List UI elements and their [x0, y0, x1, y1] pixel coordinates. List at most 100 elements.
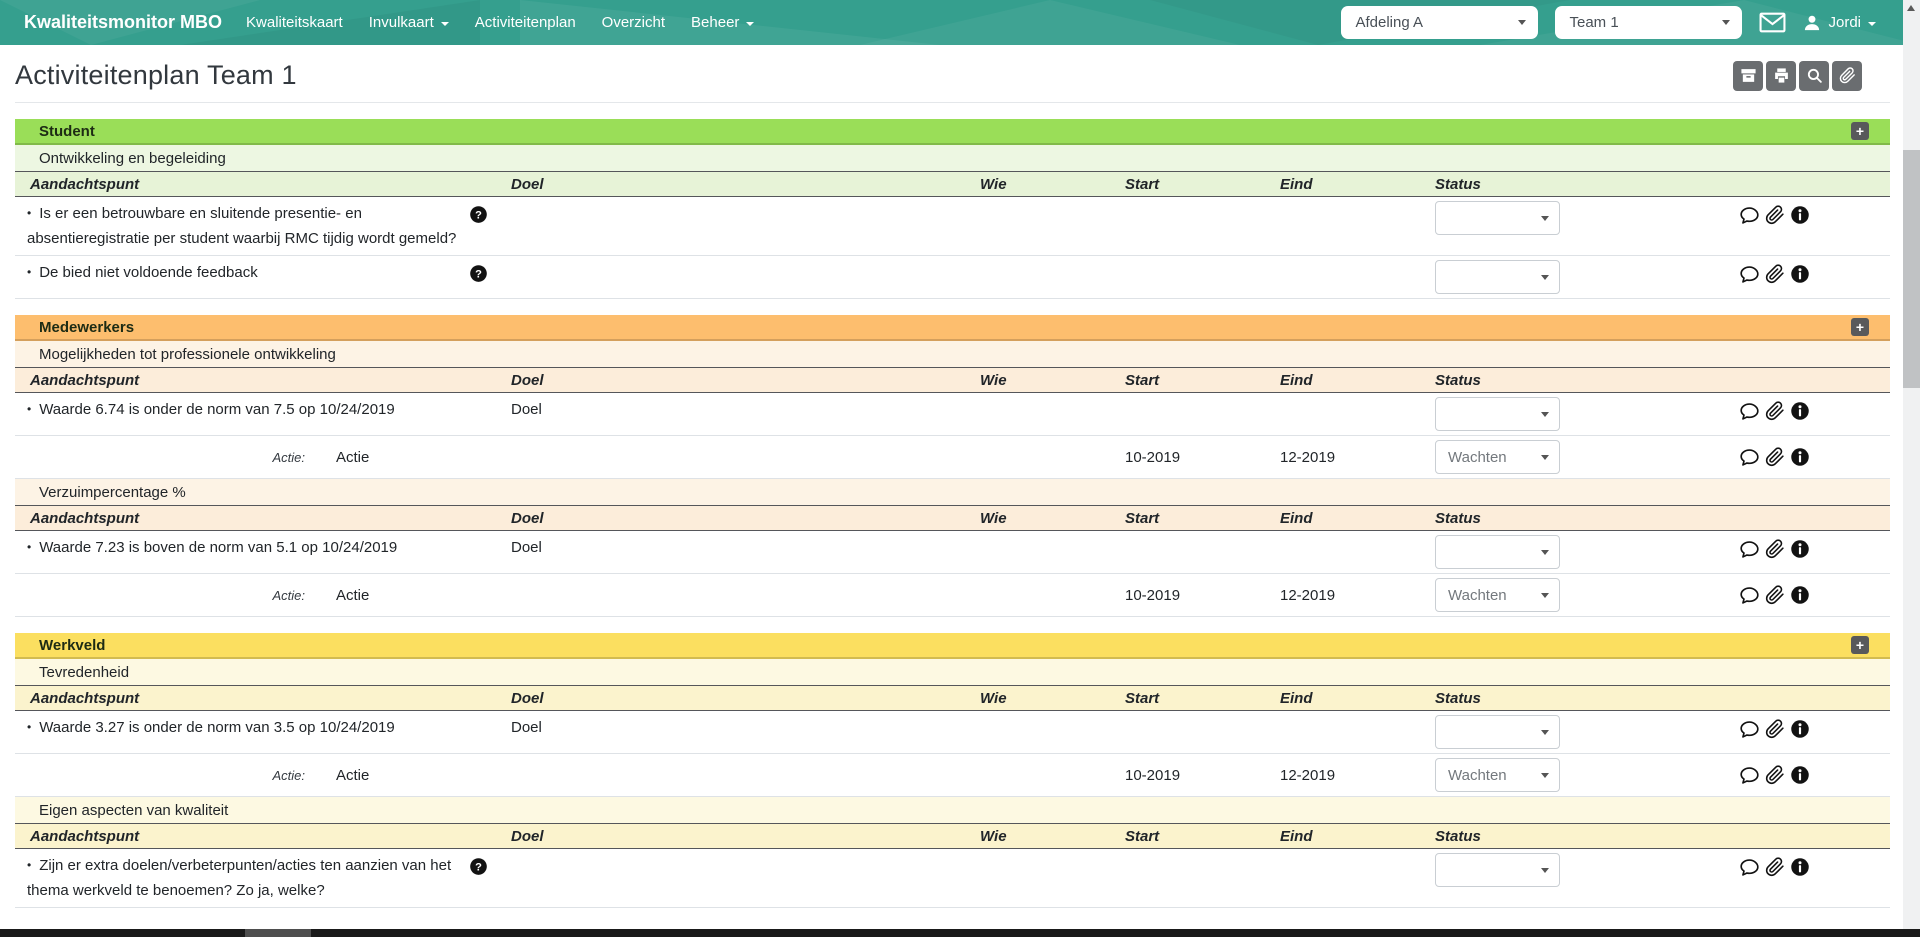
- column-header-wie: Wie: [970, 372, 1115, 389]
- cell-actie: Actie:Actie: [15, 763, 501, 788]
- taskbar-segment: [245, 929, 311, 937]
- cell-actie: Actie:Actie: [15, 583, 501, 608]
- row-actions: [1595, 397, 1890, 422]
- status-select[interactable]: [1435, 535, 1560, 569]
- brand-logo[interactable]: Kwaliteitsmonitor MBO: [24, 12, 222, 33]
- info-icon[interactable]: [1790, 447, 1810, 467]
- cell-status: [1425, 260, 1595, 294]
- menu-item-activiteitenplan[interactable]: Activiteitenplan: [475, 14, 576, 31]
- paperclip-icon[interactable]: [1765, 205, 1785, 225]
- mail-icon[interactable]: [1759, 12, 1786, 33]
- paperclip-icon[interactable]: [1765, 264, 1785, 284]
- cell-start: 10-2019: [1115, 763, 1270, 788]
- menu-item-invulkaart[interactable]: Invulkaart: [369, 14, 449, 31]
- subsection-title-row: Mogelijkheden tot professionele ontwikke…: [15, 341, 1890, 367]
- info-icon[interactable]: [1790, 719, 1810, 739]
- paperclip-icon[interactable]: [1765, 401, 1785, 421]
- status-select[interactable]: Wachten: [1435, 440, 1560, 474]
- comment-icon[interactable]: [1739, 401, 1760, 422]
- status-select[interactable]: Wachten: [1435, 758, 1560, 792]
- info-icon[interactable]: [1790, 401, 1810, 421]
- chevron-down-icon: [1722, 20, 1730, 25]
- column-header-status: Status: [1425, 510, 1595, 527]
- info-icon[interactable]: [1790, 264, 1810, 284]
- info-icon[interactable]: [1790, 765, 1810, 785]
- column-header-doel: Doel: [501, 372, 970, 389]
- add-item-button[interactable]: +: [1851, 636, 1869, 654]
- page-title: Activiteitenplan Team 1: [15, 60, 297, 91]
- paperclip-icon[interactable]: [1765, 585, 1785, 605]
- print-button[interactable]: [1766, 61, 1796, 91]
- archive-button[interactable]: [1733, 61, 1763, 91]
- menu-label: Kwaliteitskaart: [246, 14, 343, 31]
- comment-icon[interactable]: [1739, 447, 1760, 468]
- status-select[interactable]: Wachten: [1435, 578, 1560, 612]
- comment-icon[interactable]: [1739, 765, 1760, 786]
- status-select[interactable]: [1435, 260, 1560, 294]
- info-icon[interactable]: [1790, 205, 1810, 225]
- status-select[interactable]: [1435, 201, 1560, 235]
- add-item-button[interactable]: +: [1851, 318, 1869, 336]
- actie-label: Actie:: [15, 445, 305, 470]
- row-actions: [1595, 201, 1890, 226]
- row-actions: [1595, 447, 1890, 468]
- subsection-title-row: Verzuimpercentage %: [15, 479, 1890, 505]
- actie-text: Actie: [336, 763, 369, 788]
- paperclip-icon[interactable]: [1765, 539, 1785, 559]
- team-select[interactable]: Team 1: [1555, 6, 1742, 39]
- subsection-title: Ontwikkeling en begeleiding: [39, 150, 226, 167]
- cell-status: [1425, 201, 1595, 235]
- paperclip-icon[interactable]: [1765, 447, 1785, 467]
- vertical-scrollbar[interactable]: [1903, 0, 1920, 937]
- menu-item-kwaliteitskaart[interactable]: Kwaliteitskaart: [246, 14, 343, 31]
- paperclip-icon[interactable]: [1765, 719, 1785, 739]
- comment-icon[interactable]: [1739, 205, 1760, 226]
- info-icon[interactable]: [1790, 857, 1810, 877]
- comment-icon[interactable]: [1739, 719, 1760, 740]
- comment-icon[interactable]: [1739, 585, 1760, 606]
- comment-icon[interactable]: [1739, 857, 1760, 878]
- cell-doel: Doel: [501, 715, 970, 740]
- scrollbar-thumb[interactable]: [1903, 150, 1920, 388]
- column-header-aandachtspunt: Aandachtspunt: [15, 176, 501, 193]
- paperclip-icon[interactable]: [1765, 857, 1785, 877]
- info-icon[interactable]: [1790, 539, 1810, 559]
- status-select-value: Wachten: [1448, 449, 1507, 466]
- subsection-title-row: Eigen aspecten van kwaliteit: [15, 797, 1890, 823]
- comment-icon[interactable]: [1739, 264, 1760, 285]
- info-icon[interactable]: [1790, 585, 1810, 605]
- svg-text:?: ?: [475, 209, 482, 221]
- search-button[interactable]: [1799, 61, 1829, 91]
- chevron-down-icon: [746, 22, 754, 26]
- aandachtspunt-row: •Waarde 6.74 is onder de norm van 7.5 op…: [15, 393, 1890, 436]
- actie-row: Actie:Actie10-201912-2019Wachten: [15, 574, 1890, 617]
- afdeling-select[interactable]: Afdeling A: [1341, 6, 1538, 39]
- help-icon[interactable]: ?: [469, 205, 488, 224]
- help-icon[interactable]: ?: [469, 264, 488, 283]
- chevron-down-icon: [441, 22, 449, 26]
- help-icon[interactable]: ?: [469, 857, 488, 876]
- menu-label: Beheer: [691, 14, 739, 31]
- menu-item-overzicht[interactable]: Overzicht: [602, 14, 665, 31]
- paperclip-icon[interactable]: [1765, 765, 1785, 785]
- user-icon: [1803, 14, 1821, 32]
- bullet: •: [27, 265, 31, 279]
- user-menu[interactable]: Jordi: [1803, 14, 1876, 32]
- attachment-button[interactable]: [1832, 61, 1862, 91]
- menu-item-beheer[interactable]: Beheer: [691, 14, 754, 31]
- paperclip-icon: [1839, 67, 1856, 84]
- scroll-up-arrow-icon[interactable]: [1907, 5, 1915, 11]
- cell-status: [1425, 853, 1595, 887]
- add-item-button[interactable]: +: [1851, 122, 1869, 140]
- section-header: Medewerkers +: [15, 315, 1890, 341]
- chevron-down-icon: [1518, 20, 1526, 25]
- status-select[interactable]: [1435, 853, 1560, 887]
- comment-icon[interactable]: [1739, 539, 1760, 560]
- cell-aandachtspunt: •Waarde 3.27 is onder de norm van 3.5 op…: [15, 715, 501, 740]
- status-select[interactable]: [1435, 715, 1560, 749]
- subsection-title: Verzuimpercentage %: [39, 484, 186, 501]
- status-select[interactable]: [1435, 397, 1560, 431]
- column-header-wie: Wie: [970, 690, 1115, 707]
- bullet: •: [27, 206, 31, 220]
- section-title: Medewerkers: [39, 319, 134, 336]
